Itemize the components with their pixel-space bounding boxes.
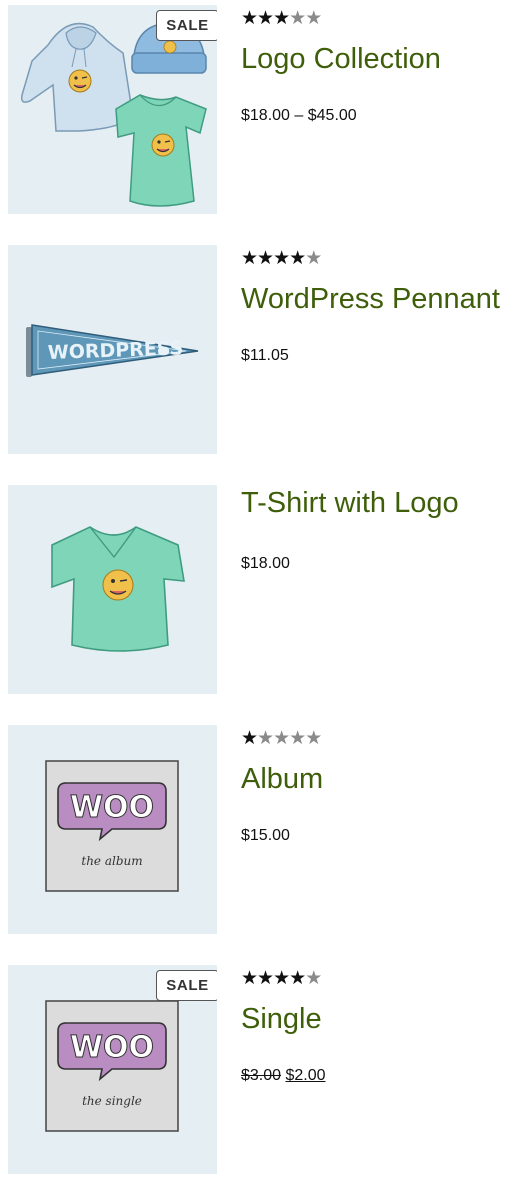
star-filled-icon: ★ — [273, 967, 290, 989]
star-rating: ★★★★★ — [241, 967, 322, 989]
star-empty-icon: ★ — [305, 727, 322, 749]
single-subtext: the single — [82, 1094, 142, 1108]
star-empty-icon: ★ — [273, 727, 290, 749]
product-card-tshirt-with-logo: T-Shirt with Logo $18.00 — [0, 485, 510, 695]
product-image-wordpress-pennant[interactable]: WORDPRESS — [8, 245, 217, 454]
product-list: SALE ★★★★★ Logo Collection $18.00 – $45.… — [0, 0, 510, 1182]
regular-price: $3.00 — [241, 1067, 282, 1084]
sale-badge: SALE — [156, 10, 217, 41]
star-filled-icon: ★ — [289, 247, 306, 269]
product-card-wordpress-pennant: WORDPRESS ★★★★★ WordPress Pennant $11.05 — [0, 245, 510, 455]
star-filled-icon: ★ — [273, 247, 290, 269]
product-image-album[interactable]: WOO the album — [8, 725, 217, 934]
star-empty-icon: ★ — [289, 727, 306, 749]
product-title-link[interactable]: Logo Collection — [241, 41, 441, 77]
product-price: $11.05 — [241, 347, 289, 364]
product-card-logo-collection: SALE ★★★★★ Logo Collection $18.00 – $45.… — [0, 5, 510, 215]
price-separator: – — [294, 107, 304, 124]
product-title-link[interactable]: WordPress Pennant — [241, 281, 500, 317]
product-price: $15.00 — [241, 827, 290, 844]
star-empty-icon: ★ — [305, 967, 322, 989]
product-card-album: WOO the album ★★★★★ Album $15.00 — [0, 725, 510, 935]
tshirt-illustration — [51, 526, 185, 652]
star-empty-icon: ★ — [305, 247, 322, 269]
product-title-link[interactable]: Album — [241, 761, 323, 797]
star-filled-icon: ★ — [241, 727, 258, 749]
star-empty-icon: ★ — [305, 7, 322, 29]
album-cover-illustration: WOO the album — [45, 760, 179, 892]
price-max: $45.00 — [307, 107, 357, 124]
album-subtext: the album — [81, 854, 142, 868]
star-filled-icon: ★ — [273, 7, 290, 29]
product-price-sale: $3.00 $2.00 — [241, 1065, 326, 1087]
sale-badge: SALE — [156, 970, 217, 1001]
product-image-tshirt-with-logo[interactable] — [8, 485, 217, 694]
star-rating: ★★★★★ — [241, 7, 322, 29]
product-image-logo-collection[interactable]: SALE — [8, 5, 217, 214]
star-filled-icon: ★ — [241, 247, 258, 269]
star-filled-icon: ★ — [289, 967, 306, 989]
star-filled-icon: ★ — [257, 7, 274, 29]
star-filled-icon: ★ — [257, 247, 274, 269]
product-title-link[interactable]: T-Shirt with Logo — [241, 485, 459, 521]
sale-price: $2.00 — [285, 1067, 326, 1084]
album-woo-text: WOO — [70, 790, 154, 825]
product-title-link[interactable]: Single — [241, 1001, 322, 1037]
product-price-range: $18.00 – $45.00 — [241, 105, 357, 127]
product-image-single[interactable]: WOO the single SALE — [8, 965, 217, 1174]
star-filled-icon: ★ — [257, 967, 274, 989]
star-rating: ★★★★★ — [241, 727, 322, 749]
star-filled-icon: ★ — [241, 7, 258, 29]
product-card-single: WOO the single SALE ★★★★★ Single $3.00 $… — [0, 965, 510, 1175]
star-rating: ★★★★★ — [241, 247, 322, 269]
single-woo-text: WOO — [70, 1030, 154, 1065]
pennant-illustration: WORDPRESS — [26, 324, 199, 377]
product-price: $18.00 — [241, 555, 290, 572]
star-empty-icon: ★ — [289, 7, 306, 29]
star-empty-icon: ★ — [257, 727, 274, 749]
price-min: $18.00 — [241, 107, 290, 124]
star-filled-icon: ★ — [241, 967, 258, 989]
